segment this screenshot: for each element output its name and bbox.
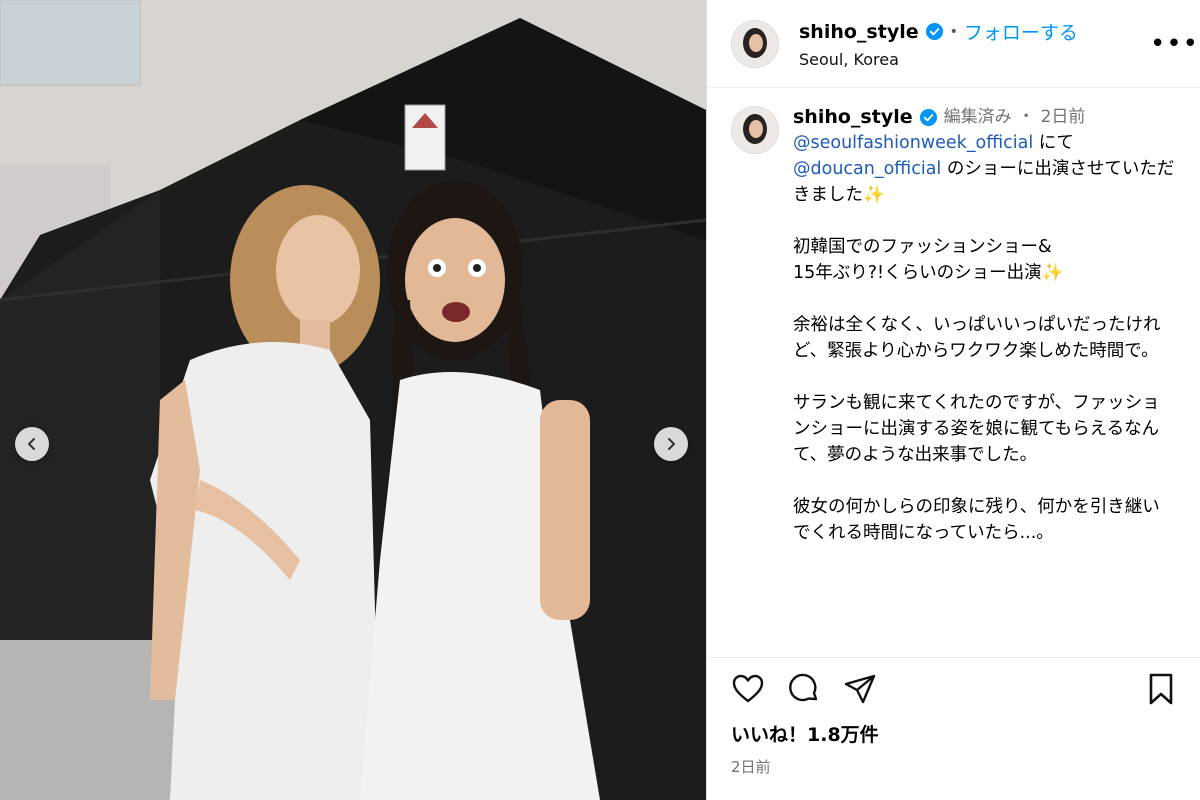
- post-header: shiho_style • フォローする Seoul, Korea •••: [707, 0, 1200, 88]
- post-location[interactable]: Seoul, Korea: [799, 50, 1150, 69]
- sparkle-emoji: ✨: [863, 185, 885, 205]
- avatar-image: [732, 20, 778, 67]
- caption-area: shiho_style 編集済み ・ 2日前 @seoulfashionweek…: [707, 88, 1200, 658]
- chevron-right-icon: [668, 438, 675, 450]
- post-photo[interactable]: [0, 0, 706, 800]
- chevron-left-icon: [28, 438, 35, 450]
- verified-badge-icon: [919, 108, 937, 126]
- caption-paragraph-3: 余裕は全くなく、いっぱいいっぱいだったけれど、緊張より心からワクワク楽しめた時間…: [793, 315, 1161, 361]
- caption-paragraph-2: 初韓国でのファッションショー& 15年ぶり?!くらいのショー出演✨: [793, 237, 1064, 283]
- like-button[interactable]: [731, 672, 765, 706]
- sparkle-emoji: ✨: [1041, 263, 1064, 283]
- caption-paragraph-5: 彼女の何かしらの印象に残り、何かを引き継いでくれる時間になっていたら...。: [793, 497, 1160, 543]
- post-side-panel: shiho_style • フォローする Seoul, Korea ••• sh…: [706, 0, 1200, 800]
- avatar-image: [732, 107, 778, 153]
- carousel-prev-button[interactable]: [15, 427, 49, 461]
- edited-label: 編集済み: [943, 107, 1012, 127]
- share-button[interactable]: [843, 672, 877, 706]
- photo-illustration: [0, 0, 706, 800]
- mention-link[interactable]: @seoulfashionweek_official: [793, 133, 1033, 153]
- bookmark-icon: [1149, 673, 1173, 705]
- mention-link[interactable]: @doucan_official: [793, 159, 941, 179]
- post-timestamp[interactable]: 2日前: [707, 750, 1200, 777]
- post-author-username[interactable]: shiho_style: [799, 21, 919, 43]
- heart-icon: [732, 674, 764, 703]
- more-options-button[interactable]: •••: [1150, 29, 1198, 59]
- likes-count[interactable]: いいね！1.8万件: [707, 720, 1200, 750]
- avatar[interactable]: [731, 19, 779, 68]
- save-button[interactable]: [1144, 672, 1178, 706]
- instagram-post: shiho_style • フォローする Seoul, Korea ••• sh…: [0, 0, 1200, 800]
- caption-username[interactable]: shiho_style: [793, 104, 913, 130]
- share-icon: [844, 674, 876, 704]
- follow-button[interactable]: フォローする: [964, 18, 1078, 45]
- comment-button[interactable]: [787, 672, 821, 706]
- more-icon: •••: [1150, 28, 1200, 59]
- caption-body: shiho_style 編集済み ・ 2日前 @seoulfashionweek…: [793, 104, 1176, 657]
- caption-age: 2日前: [1040, 107, 1086, 127]
- comment-icon: [789, 673, 818, 702]
- caption-paragraph-1: @seoulfashionweek_official にて @doucan_of…: [793, 133, 1175, 205]
- action-bar: [707, 658, 1200, 720]
- caption-avatar[interactable]: [731, 106, 779, 154]
- separator-dot: •: [949, 23, 958, 40]
- carousel-next-button[interactable]: [654, 427, 688, 461]
- separator-dot: ・: [1017, 107, 1035, 127]
- verified-badge-icon: [925, 22, 943, 41]
- caption-paragraph-4: サランも観に来てくれたのですが、ファッションショーに出演する姿を娘に観てもらえる…: [793, 393, 1160, 465]
